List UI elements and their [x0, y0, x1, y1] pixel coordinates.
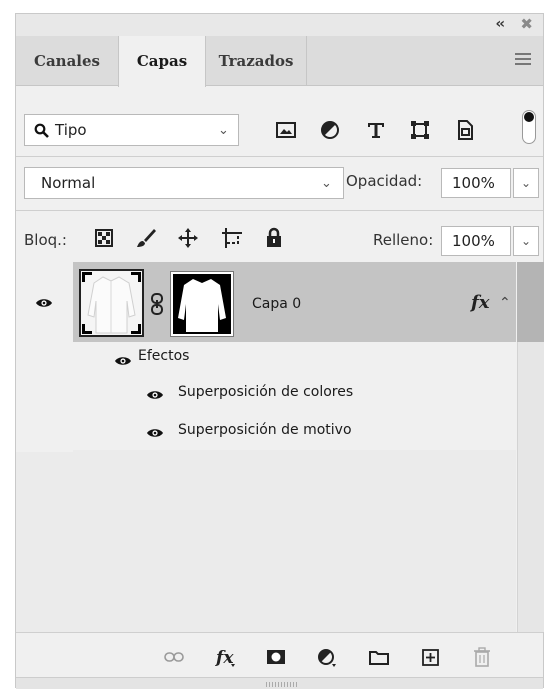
blend-mode-value: Normal: [41, 174, 96, 192]
tab-trazados[interactable]: Trazados: [206, 36, 306, 86]
lock-label: Bloq.:: [24, 231, 67, 249]
shirt-mask-image: [178, 279, 226, 332]
filter-kind-label: Tipo: [55, 121, 87, 139]
panel-resize-grip[interactable]: [16, 677, 543, 689]
shape-filter-icon[interactable]: [408, 118, 432, 142]
opacity-label: Opacidad:: [346, 172, 423, 190]
chevron-down-icon: ⌄: [321, 176, 332, 191]
tab-capas[interactable]: Capas: [118, 36, 206, 87]
close-icon[interactable]: ✖: [520, 15, 533, 33]
effects-label[interactable]: Efectos: [138, 348, 189, 364]
link-mask-icon[interactable]: [149, 292, 165, 316]
layer-thumbnail[interactable]: [79, 269, 144, 337]
opacity-input[interactable]: 100%: [441, 168, 511, 198]
layer-visibility-eye-icon[interactable]: [35, 297, 53, 309]
tab-canales[interactable]: Canales: [16, 36, 118, 86]
panel-title-strip: ‹‹ ✖: [16, 14, 543, 36]
lock-transparent-pixels-icon[interactable]: [92, 226, 116, 250]
visibility-column: [16, 262, 73, 452]
layers-panel: ‹‹ ✖ Canales Capas Trazados Tipo ⌄ Norma…: [15, 13, 544, 689]
layer-mask-thumbnail[interactable]: [170, 271, 234, 337]
collapse-effects-icon[interactable]: ⌃: [499, 295, 511, 311]
new-layer-icon[interactable]: [420, 647, 442, 667]
effect-visibility-eye-icon[interactable]: [146, 427, 164, 439]
effect-pattern-overlay[interactable]: Superposición de motivo: [178, 422, 352, 438]
add-layer-mask-icon[interactable]: [265, 647, 287, 667]
fill-label: Relleno:: [373, 231, 434, 249]
image-filter-icon[interactable]: [274, 118, 298, 142]
collapse-panel-icon[interactable]: ‹‹: [495, 16, 504, 32]
type-filter-icon[interactable]: [364, 118, 388, 142]
filter-toggle-switch[interactable]: [522, 110, 536, 144]
layer-effects-badge[interactable]: fx: [471, 292, 489, 313]
search-icon: [34, 123, 49, 138]
adjustment-filter-icon[interactable]: [318, 118, 342, 142]
fill-input[interactable]: 100%: [441, 226, 511, 256]
lock-artboard-icon[interactable]: [220, 226, 244, 250]
chevron-down-icon: ⌄: [218, 123, 229, 138]
blend-mode-select[interactable]: Normal ⌄: [24, 167, 344, 199]
divider: [16, 156, 543, 157]
add-layer-style-icon[interactable]: fx: [214, 647, 236, 667]
shirt-image: [87, 276, 136, 334]
layer-name[interactable]: Capa 0: [252, 296, 301, 312]
scrollbar-thumb[interactable]: [517, 262, 544, 342]
tab-divider: [306, 36, 307, 86]
effects-visibility-eye-icon[interactable]: [114, 355, 132, 367]
opacity-dropdown-button[interactable]: ⌄: [513, 168, 539, 198]
lock-image-pixels-icon[interactable]: [134, 226, 158, 250]
lock-all-icon[interactable]: [262, 226, 286, 250]
fill-dropdown-button[interactable]: ⌄: [513, 226, 539, 256]
divider: [16, 210, 543, 211]
new-adjustment-layer-icon[interactable]: [316, 647, 338, 667]
smart-object-filter-icon[interactable]: [453, 118, 477, 142]
delete-layer-trash-icon[interactable]: [471, 647, 493, 667]
tab-bar: Canales Capas Trazados: [16, 36, 543, 87]
effect-color-overlay[interactable]: Superposición de colores: [178, 384, 353, 400]
lock-position-icon[interactable]: [176, 226, 200, 250]
new-group-folder-icon[interactable]: [368, 647, 390, 667]
effect-visibility-eye-icon[interactable]: [146, 389, 164, 401]
filter-kind-select[interactable]: Tipo ⌄: [24, 114, 239, 146]
link-layers-icon[interactable]: [163, 647, 185, 667]
panel-menu-icon[interactable]: [515, 53, 531, 68]
